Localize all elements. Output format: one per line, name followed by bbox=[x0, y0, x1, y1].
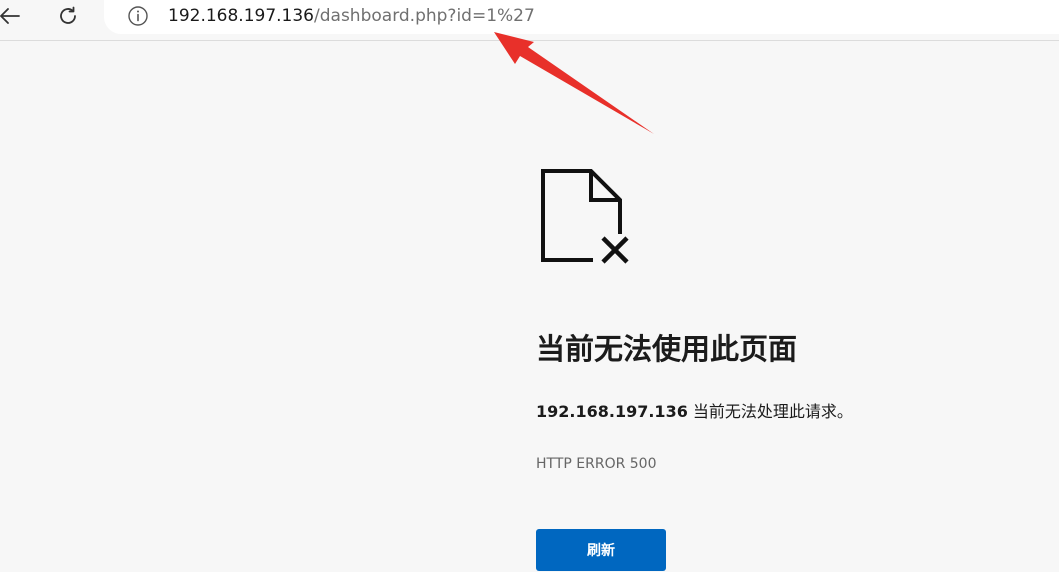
error-message-text: 当前无法处理此请求。 bbox=[687, 402, 853, 421]
info-icon[interactable] bbox=[127, 5, 149, 27]
url-host: 192.168.197.136 bbox=[168, 6, 315, 26]
broken-document-icon bbox=[541, 169, 629, 264]
error-message: 192.168.197.136 当前无法处理此请求。 bbox=[536, 398, 853, 422]
error-code: HTTP ERROR 500 bbox=[536, 456, 657, 472]
browser-toolbar: 192.168.197.136/dashboard.php?id=1%27 bbox=[0, 0, 1059, 41]
url-text[interactable]: 192.168.197.136/dashboard.php?id=1%27 bbox=[168, 4, 535, 28]
reload-icon bbox=[60, 6, 76, 24]
back-arrow-icon bbox=[0, 8, 20, 24]
reload-button[interactable] bbox=[53, 3, 83, 29]
error-host: 192.168.197.136 bbox=[536, 402, 688, 421]
address-bar[interactable]: 192.168.197.136/dashboard.php?id=1%27 bbox=[104, 0, 1059, 34]
url-path: /dashboard.php?id=1%27 bbox=[314, 6, 535, 26]
error-title: 当前无法使用此页面 bbox=[536, 332, 798, 366]
back-button[interactable] bbox=[0, 3, 24, 29]
refresh-button[interactable]: 刷新 bbox=[536, 529, 666, 571]
red-annotation-arrow bbox=[494, 32, 654, 134]
